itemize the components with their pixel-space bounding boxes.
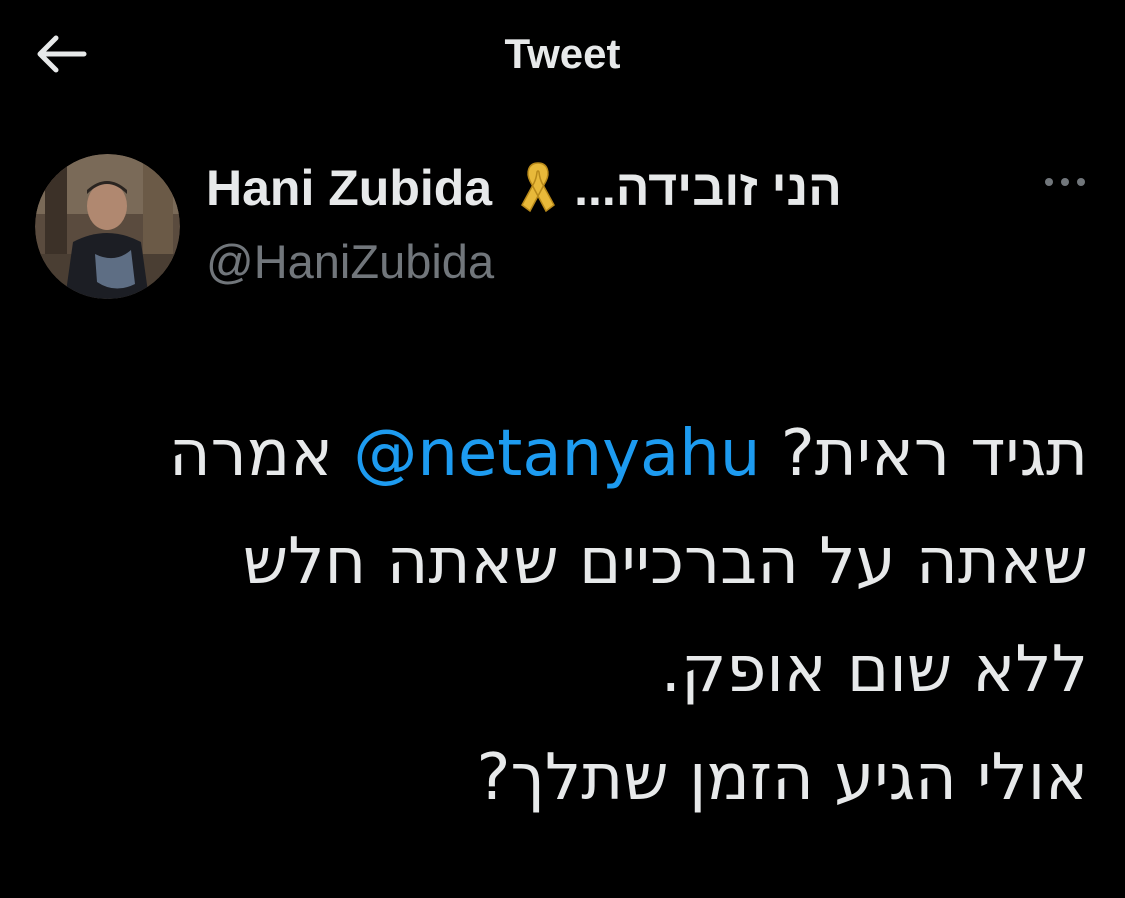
tweet-line-3: ללא שום אופק. xyxy=(660,633,1088,707)
user-handle[interactable]: @HaniZubida xyxy=(206,234,494,289)
page-title: Tweet xyxy=(504,30,621,77)
more-options-button[interactable] xyxy=(1030,158,1100,206)
top-bar: Tweet xyxy=(0,0,1125,110)
yellow-ribbon-icon xyxy=(516,159,560,217)
hebrew-display-name: הני זובידה... xyxy=(574,160,842,216)
avatar[interactable] xyxy=(35,154,180,299)
more-dots-icon xyxy=(1043,176,1087,188)
tweet-line-4: אולי הגיע הזמן שתלך? xyxy=(476,741,1089,815)
tweet-line-1: תגיד ראית? @netanyahu אמרה xyxy=(40,400,1088,508)
mention-link[interactable]: @netanyahu xyxy=(353,417,760,491)
tweet-text-segment: תגיד ראית? xyxy=(780,417,1088,491)
tweet-text-segment: אמרה xyxy=(168,417,333,491)
display-name[interactable]: Hani Zubida xyxy=(206,159,492,217)
tweet-author: Hani Zubida הני זובידה... @HaniZubida xyxy=(0,140,1125,320)
tweet-body: תגיד ראית? @netanyahu אמרה שאתה על הברכי… xyxy=(40,400,1088,832)
tweet-line-2: שאתה על הברכיים שאתה חלש xyxy=(242,525,1088,599)
author-name-row: Hani Zubida הני זובידה... xyxy=(206,158,842,218)
